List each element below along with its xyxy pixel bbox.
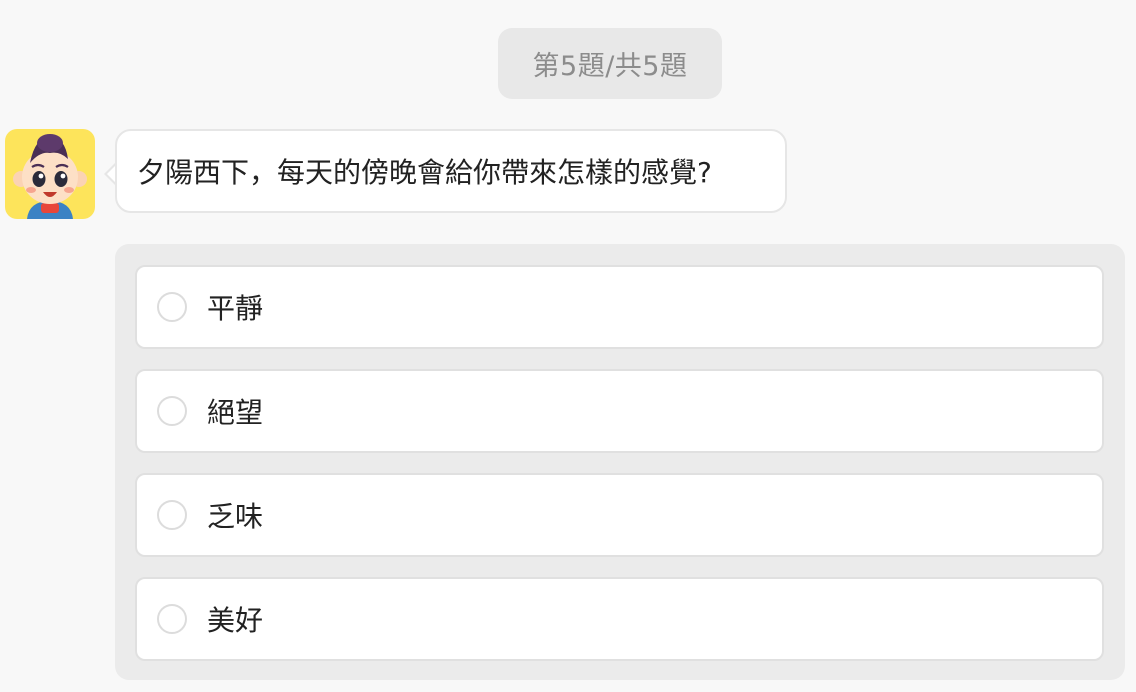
radio-circle-icon[interactable] xyxy=(157,396,187,426)
option-1[interactable]: 平靜 xyxy=(135,265,1104,349)
cartoon-boy-avatar-icon xyxy=(13,134,87,219)
question-bubble: 夕陽西下，每天的傍晚會給你帶來怎樣的感覺? xyxy=(115,129,787,213)
progress-badge: 第5題/共5題 xyxy=(498,28,722,99)
options-panel: 平靜 絕望 乏味 美好 xyxy=(115,244,1125,680)
option-label: 美好 xyxy=(207,604,264,637)
option-label: 絕望 xyxy=(207,396,264,429)
option-4[interactable]: 美好 xyxy=(135,577,1104,661)
radio-circle-icon[interactable] xyxy=(157,292,187,322)
option-3[interactable]: 乏味 xyxy=(135,473,1104,557)
option-label: 乏味 xyxy=(207,500,264,533)
question-text: 夕陽西下，每天的傍晚會給你帶來怎樣的感覺? xyxy=(137,156,712,189)
avatar xyxy=(5,129,95,219)
quiz-page: 第5題/共5題 夕陽西下，每天的傍晚會給你帶來怎樣的感覺? 平靜 絕望 乏味 美… xyxy=(0,0,1136,692)
option-label: 平靜 xyxy=(207,292,264,325)
radio-circle-icon[interactable] xyxy=(157,500,187,530)
radio-circle-icon[interactable] xyxy=(157,604,187,634)
option-2[interactable]: 絕望 xyxy=(135,369,1104,453)
